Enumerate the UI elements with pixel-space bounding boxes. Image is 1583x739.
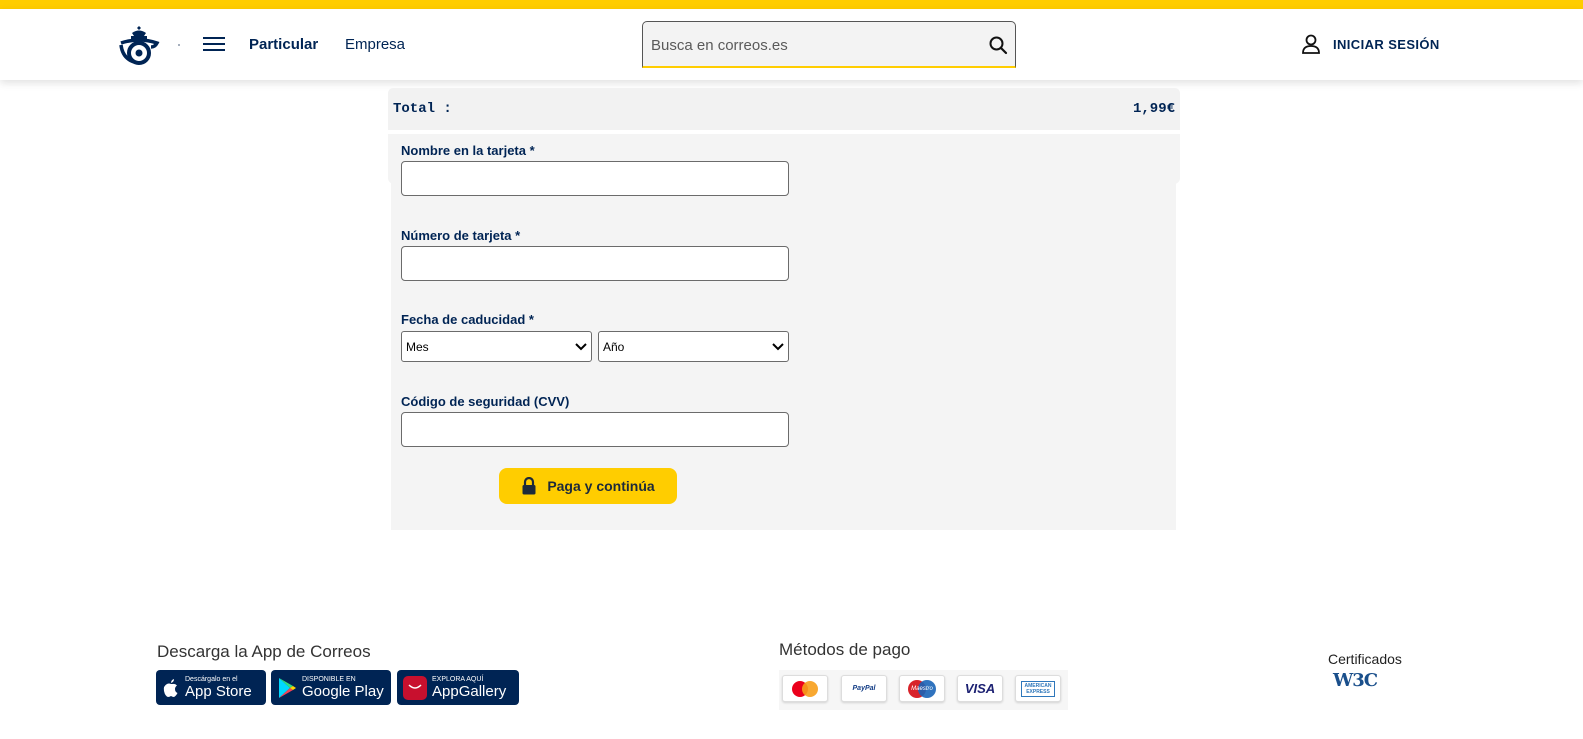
search-input[interactable] xyxy=(651,32,971,58)
app-gallery-badge[interactable]: EXPLORA AQUÍ AppGallery xyxy=(397,670,519,705)
login-label: INICIAR SESIÓN xyxy=(1333,36,1440,52)
maestro-text: Maestro xyxy=(911,685,933,692)
huawei-icon xyxy=(403,675,427,700)
maestro-logo: Maestro xyxy=(899,675,945,702)
order-total-row: Total : 1,99€ xyxy=(388,88,1180,130)
expiry-month-value: Mes xyxy=(406,339,429,354)
expiry-year-value: Año xyxy=(603,339,625,354)
chevron-down-icon xyxy=(575,342,587,350)
total-value: 1,99€ xyxy=(1132,101,1175,117)
card-number-label: Número de tarjeta * xyxy=(401,228,521,243)
user-icon xyxy=(1302,34,1320,54)
expiry-year-select[interactable]: Año xyxy=(598,331,789,362)
lock-icon xyxy=(522,477,536,495)
pay-and-continue-button[interactable]: Paga y continúa xyxy=(499,468,677,504)
google-play-icon xyxy=(279,677,296,698)
chevron-down-icon xyxy=(772,342,784,350)
nav-particular[interactable]: Particular xyxy=(249,36,318,53)
w3c-logo[interactable]: W3C xyxy=(1333,670,1378,691)
apple-icon xyxy=(163,678,178,697)
amex-text: AMERICAN EXPRESS xyxy=(1021,680,1055,697)
correos-logo-icon[interactable] xyxy=(117,23,161,67)
expiry-month-select[interactable]: Mes xyxy=(401,331,592,362)
certificates-title: Certificados xyxy=(1328,651,1402,667)
card-name-label: Nombre en la tarjeta * xyxy=(401,143,535,158)
total-label: Total : xyxy=(393,101,452,117)
card-name-input[interactable] xyxy=(401,161,789,196)
search-icon[interactable] xyxy=(988,35,1008,55)
cvv-input[interactable] xyxy=(401,412,789,447)
paypal-logo: PayPal xyxy=(841,675,887,702)
app-gallery-big: AppGallery xyxy=(432,682,507,700)
mastercard-logo xyxy=(782,675,828,702)
app-store-badge[interactable]: Descárgalo en el App Store xyxy=(156,670,266,705)
amex-logo: AMERICAN EXPRESS xyxy=(1015,675,1061,702)
expiry-label: Fecha de caducidad * xyxy=(401,312,534,327)
login-button[interactable]: INICIAR SESIÓN xyxy=(1300,33,1440,55)
hamburger-menu-icon[interactable] xyxy=(203,37,225,53)
payment-methods-title: Métodos de pago xyxy=(779,640,911,659)
google-play-badge[interactable]: DISPONIBLE EN Google Play xyxy=(271,670,391,705)
mastercard-icon xyxy=(792,680,818,697)
visa-text: VISA xyxy=(964,681,996,696)
visa-logo: VISA xyxy=(957,675,1003,702)
paypal-text: PayPal xyxy=(852,685,876,692)
search-box xyxy=(642,21,1016,68)
nav-empresa[interactable]: Empresa xyxy=(345,36,405,53)
cvv-label: Código de seguridad (CVV) xyxy=(401,394,570,409)
card-number-input[interactable] xyxy=(401,246,789,281)
app-download-title: Descarga la App de Correos xyxy=(157,642,371,661)
google-play-big: Google Play xyxy=(302,682,384,700)
divider-dot xyxy=(178,44,180,46)
pay-button-label: Paga y continúa xyxy=(547,478,655,494)
site-header: Particular Empresa INICIAR SESIÓN xyxy=(0,9,1583,80)
app-store-big: App Store xyxy=(185,682,252,700)
brand-top-stripe xyxy=(0,0,1583,9)
